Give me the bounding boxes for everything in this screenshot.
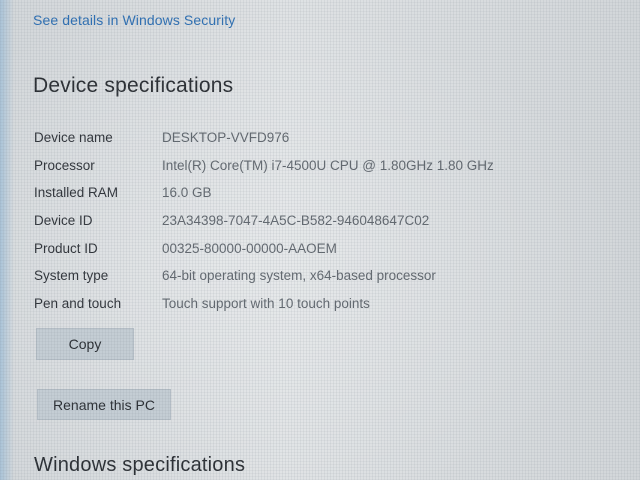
window-edge (0, 0, 14, 480)
spec-row-installed-ram: Installed RAM 16.0 GB (34, 179, 554, 207)
spec-row-device-id: Device ID 23A34398-7047-4A5C-B582-946048… (34, 207, 554, 235)
spec-label: Product ID (34, 240, 98, 256)
copy-button[interactable]: Copy (36, 328, 134, 360)
spec-value: DESKTOP-VVFD976 (162, 130, 290, 146)
spec-value: Touch support with 10 touch points (162, 295, 370, 311)
windows-security-link[interactable]: See details in Windows Security (33, 12, 235, 28)
spec-row-system-type: System type 64-bit operating system, x64… (34, 262, 554, 290)
spec-row-product-id: Product ID 00325-80000-00000-AAOEM (34, 234, 554, 262)
device-specifications-list: Device name DESKTOP-VVFD976 Processor In… (34, 124, 554, 317)
spec-row-device-name: Device name DESKTOP-VVFD976 (34, 124, 554, 152)
rename-this-pc-button[interactable]: Rename this PC (37, 389, 171, 420)
spec-label: Processor (34, 157, 95, 173)
spec-row-processor: Processor Intel(R) Core(TM) i7-4500U CPU… (34, 152, 554, 180)
spec-label: Device ID (34, 213, 93, 229)
spec-value: Intel(R) Core(TM) i7-4500U CPU @ 1.80GHz… (162, 157, 494, 173)
spec-label: Installed RAM (34, 185, 119, 201)
spec-label: Device name (34, 130, 113, 146)
spec-label: Pen and touch (34, 295, 122, 311)
spec-row-pen-and-touch: Pen and touch Touch support with 10 touc… (34, 290, 554, 318)
spec-label: System type (34, 268, 109, 284)
windows-specifications-heading: Windows specifications (34, 454, 246, 476)
settings-about-page: See details in Windows Security Device s… (0, 0, 640, 480)
spec-value: 64-bit operating system, x64-based proce… (162, 268, 436, 284)
spec-value: 16.0 GB (162, 185, 212, 201)
spec-value: 23A34398-7047-4A5C-B582-946048647C02 (162, 213, 430, 229)
spec-value: 00325-80000-00000-AAOEM (162, 240, 337, 256)
device-specifications-heading: Device specifications (33, 74, 234, 97)
